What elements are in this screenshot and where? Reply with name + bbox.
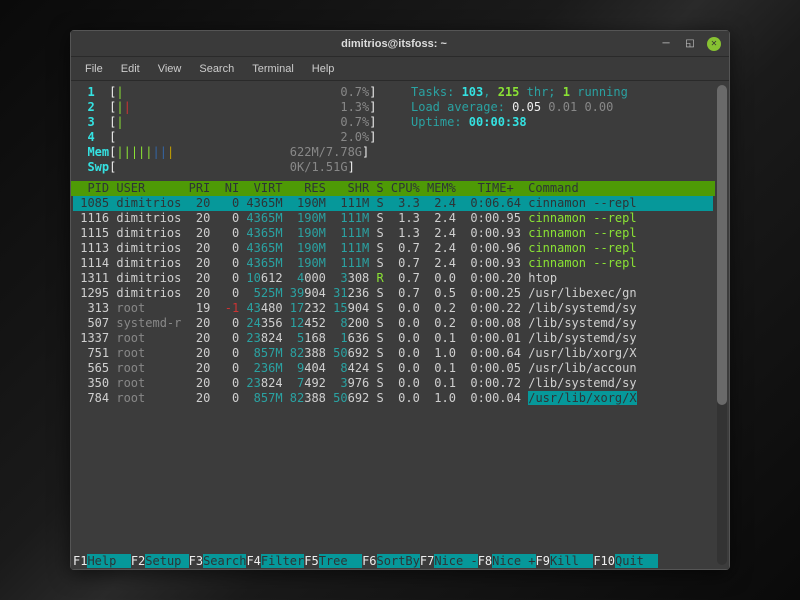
table-row[interactable]: 751 root 20 0 857M 82388 50692 S 0.0 1.0…	[73, 346, 713, 361]
scrollbar-thumb[interactable]	[717, 85, 727, 405]
menubar: File Edit View Search Terminal Help	[71, 57, 729, 81]
terminal-window: dimitrios@itsfoss: ~ ─ ◱ ✕ File Edit Vie…	[70, 30, 730, 570]
close-button[interactable]: ✕	[707, 37, 721, 51]
minimize-button[interactable]: ─	[659, 37, 673, 51]
menu-search[interactable]: Search	[191, 61, 242, 77]
menu-help[interactable]: Help	[304, 61, 343, 77]
table-row[interactable]: 1085 dimitrios 20 0 4365M 190M 111M S 3.…	[73, 196, 713, 211]
htop-meters: 1 [| 0.7%] 2 [|| 1.3%] 3 [| 0.7%] 4 [ 2.…	[71, 81, 715, 181]
menu-edit[interactable]: Edit	[113, 61, 148, 77]
table-row[interactable]: 1113 dimitrios 20 0 4365M 190M 111M S 0.…	[73, 241, 713, 256]
window-title: dimitrios@itsfoss: ~	[129, 38, 659, 50]
table-row[interactable]: 784 root 20 0 857M 82388 50692 S 0.0 1.0…	[73, 391, 713, 406]
process-columns[interactable]: PID USER PRI NI VIRT RES SHR S CPU% MEM%…	[71, 181, 715, 196]
menu-terminal[interactable]: Terminal	[244, 61, 302, 77]
table-row[interactable]: 350 root 20 0 23824 7492 3976 S 0.0 0.1 …	[73, 376, 713, 391]
menu-view[interactable]: View	[150, 61, 190, 77]
table-row[interactable]: 1116 dimitrios 20 0 4365M 190M 111M S 1.…	[73, 211, 713, 226]
menu-file[interactable]: File	[77, 61, 111, 77]
table-row[interactable]: 1311 dimitrios 20 0 10612 4000 3308 R 0.…	[73, 271, 713, 286]
table-row[interactable]: 1337 root 20 0 23824 5168 1636 S 0.0 0.1…	[73, 331, 713, 346]
terminal-content[interactable]: 1 [| 0.7%] 2 [|| 1.3%] 3 [| 0.7%] 4 [ 2.…	[71, 81, 729, 569]
table-row[interactable]: 1114 dimitrios 20 0 4365M 190M 111M S 0.…	[73, 256, 713, 271]
maximize-button[interactable]: ◱	[683, 37, 697, 51]
table-row[interactable]: 507 systemd-r 20 0 24356 12452 8200 S 0.…	[73, 316, 713, 331]
process-table[interactable]: 1085 dimitrios 20 0 4365M 190M 111M S 3.…	[71, 196, 715, 406]
table-row[interactable]: 565 root 20 0 236M 9404 8424 S 0.0 0.1 0…	[73, 361, 713, 376]
titlebar[interactable]: dimitrios@itsfoss: ~ ─ ◱ ✕	[71, 31, 729, 57]
table-row[interactable]: 1295 dimitrios 20 0 525M 39904 31236 S 0…	[73, 286, 713, 301]
fkey-bar[interactable]: F1Help F2Setup F3SearchF4FilterF5Tree F6…	[71, 554, 715, 569]
table-row[interactable]: 1115 dimitrios 20 0 4365M 190M 111M S 1.…	[73, 226, 713, 241]
table-row[interactable]: 313 root 19 -1 43480 17232 15904 S 0.0 0…	[73, 301, 713, 316]
